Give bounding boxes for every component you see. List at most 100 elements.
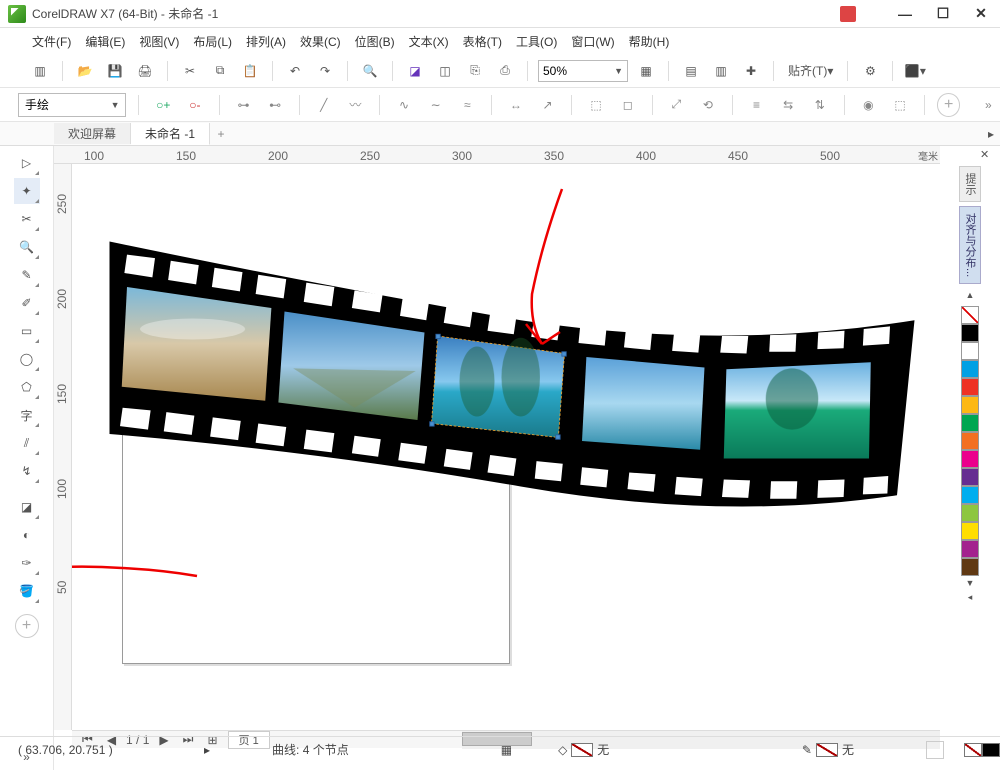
join-icon[interactable]: ⊶ <box>232 93 256 117</box>
palette-more-icon[interactable]: ◂ <box>968 592 973 603</box>
menu-item[interactable]: 窗口(W) <box>567 31 618 52</box>
text-tool[interactable]: 字 <box>14 402 40 428</box>
artistic-media-tool[interactable]: ✐ <box>14 290 40 316</box>
menu-item[interactable]: 文件(F) <box>28 31 75 52</box>
overflow-icon[interactable]: » <box>976 93 1000 117</box>
color-swatch[interactable] <box>961 360 979 378</box>
transparency-tool[interactable]: ◐ <box>14 522 40 548</box>
eyedropper-tool[interactable]: ✑ <box>14 550 40 576</box>
fill-outline-swatch[interactable] <box>964 743 1000 757</box>
search-button[interactable]: 🔍 <box>358 59 382 83</box>
align-docker-tab[interactable]: 对齐与分布... <box>959 206 981 284</box>
reflect-h-icon[interactable]: ⇆ <box>776 93 800 117</box>
color-swatch[interactable] <box>961 540 979 558</box>
rotate-icon[interactable]: ⟲ <box>696 93 720 117</box>
tool-preset-combo[interactable]: 手绘 ▼ <box>18 93 126 117</box>
zoom-tool[interactable]: 🔍 <box>14 234 40 260</box>
canvas[interactable] <box>72 164 940 730</box>
paste-button[interactable]: 📋 <box>238 59 262 83</box>
to-line-icon[interactable]: ╱ <box>312 93 336 117</box>
color-swatch[interactable] <box>961 468 979 486</box>
color-swatch[interactable] <box>961 414 979 432</box>
color-swatch[interactable] <box>961 486 979 504</box>
grid-button[interactable]: ▥ <box>709 59 733 83</box>
reverse-icon[interactable]: ↔ <box>504 93 528 117</box>
export-button[interactable]: ◫ <box>433 59 457 83</box>
save-button[interactable]: 💾 <box>103 59 127 83</box>
polygon-tool[interactable]: ⬠ <box>14 374 40 400</box>
extend-icon[interactable]: ↗ <box>536 93 560 117</box>
fill-indicator[interactable]: ◇无 <box>558 741 609 758</box>
copy-button[interactable]: ⧉ <box>208 59 232 83</box>
publish-button[interactable]: ⎘ <box>463 59 487 83</box>
minimize-button[interactable]: — <box>892 5 918 23</box>
break-icon[interactable]: ⊷ <box>263 93 287 117</box>
close-path-icon[interactable]: ◻ <box>616 93 640 117</box>
reduce-nodes-icon[interactable]: + <box>937 93 961 117</box>
symm-icon[interactable]: ≈ <box>455 93 479 117</box>
parallel-tool[interactable]: ⫽ <box>14 430 40 456</box>
menu-item[interactable]: 帮助(H) <box>625 31 674 52</box>
ellipse-tool[interactable]: ◯ <box>14 346 40 372</box>
color-swatch[interactable] <box>961 558 979 576</box>
close-button[interactable]: ✕ <box>968 5 994 23</box>
customize-tool[interactable]: + <box>15 614 39 638</box>
redo-button[interactable]: ↷ <box>313 59 337 83</box>
options-button[interactable]: ⚙ <box>858 59 882 83</box>
color-swatch[interactable] <box>961 396 979 414</box>
color-swatch[interactable] <box>961 504 979 522</box>
pick-tool[interactable]: ▷ <box>14 150 40 176</box>
color-swatch[interactable] <box>961 450 979 468</box>
reflect-v-icon[interactable]: ⇅ <box>808 93 832 117</box>
print-button[interactable]: 🖨 <box>133 59 157 83</box>
menu-item[interactable]: 效果(C) <box>296 31 345 52</box>
freehand-tool[interactable]: ✎ <box>14 262 40 288</box>
zoom-combo[interactable]: 50% ▼ <box>538 60 628 82</box>
fullscreen-button[interactable]: ▦ <box>634 59 658 83</box>
smooth-icon[interactable]: ∼ <box>424 93 448 117</box>
menu-item[interactable]: 表格(T) <box>459 31 506 52</box>
palette-up-icon[interactable]: ▲ <box>966 290 975 300</box>
node-del-icon[interactable]: ○- <box>183 93 207 117</box>
new-button[interactable]: ▥ <box>28 59 52 83</box>
guides-button[interactable]: ✚ <box>739 59 763 83</box>
select-all-nodes-icon[interactable]: ⬚ <box>888 93 912 117</box>
color-swatch[interactable] <box>961 432 979 450</box>
menu-item[interactable]: 位图(B) <box>351 31 399 52</box>
elastic-icon[interactable]: ◉ <box>857 93 881 117</box>
launch-button[interactable]: ⬛▾ <box>903 59 927 83</box>
color-swatch[interactable] <box>961 342 979 360</box>
crop-tool[interactable]: ✂ <box>14 206 40 232</box>
dropshadow-tool[interactable]: ◪ <box>14 494 40 520</box>
menu-item[interactable]: 文本(X) <box>405 31 453 52</box>
add-tab-button[interactable]: + <box>210 127 232 141</box>
shape-tool[interactable]: ✦ <box>14 178 40 204</box>
color-swatch[interactable] <box>961 378 979 396</box>
hints-docker-tab[interactable]: 提示 <box>959 166 981 202</box>
color-swatch[interactable] <box>961 522 979 540</box>
tabs-more-icon[interactable]: ▸ <box>988 127 994 141</box>
play-icon[interactable]: ▸ <box>204 743 210 757</box>
menu-item[interactable]: 工具(O) <box>512 31 561 52</box>
open-button[interactable]: 📂 <box>73 59 97 83</box>
menu-item[interactable]: 视图(V) <box>135 31 183 52</box>
color-proof-icon[interactable]: ▦ <box>501 743 512 757</box>
rulers-button[interactable]: ▤ <box>679 59 703 83</box>
connector-tool[interactable]: ↯ <box>14 458 40 484</box>
menu-item[interactable]: 布局(L) <box>189 31 236 52</box>
swatch-none[interactable] <box>961 306 979 324</box>
fill-tool[interactable]: 🪣 <box>14 578 40 604</box>
menu-item[interactable]: 编辑(E) <box>81 31 129 52</box>
color-swatch[interactable] <box>961 324 979 342</box>
align-icon[interactable]: ≡ <box>745 93 769 117</box>
import-button[interactable]: ◪ <box>403 59 427 83</box>
tab-welcome[interactable]: 欢迎屏幕 <box>54 123 131 144</box>
rectangle-tool[interactable]: ▭ <box>14 318 40 344</box>
undo-button[interactable]: ↶ <box>283 59 307 83</box>
pdf-button[interactable]: ⎙ <box>493 59 517 83</box>
snap-button[interactable]: 贴齐(T) ▾ <box>784 59 837 83</box>
extract-icon[interactable]: ⬚ <box>584 93 608 117</box>
tab-document[interactable]: 未命名 -1 <box>131 123 210 145</box>
to-curve-icon[interactable]: 〰 <box>344 93 368 117</box>
eyedropper-status-icon[interactable] <box>926 741 944 759</box>
